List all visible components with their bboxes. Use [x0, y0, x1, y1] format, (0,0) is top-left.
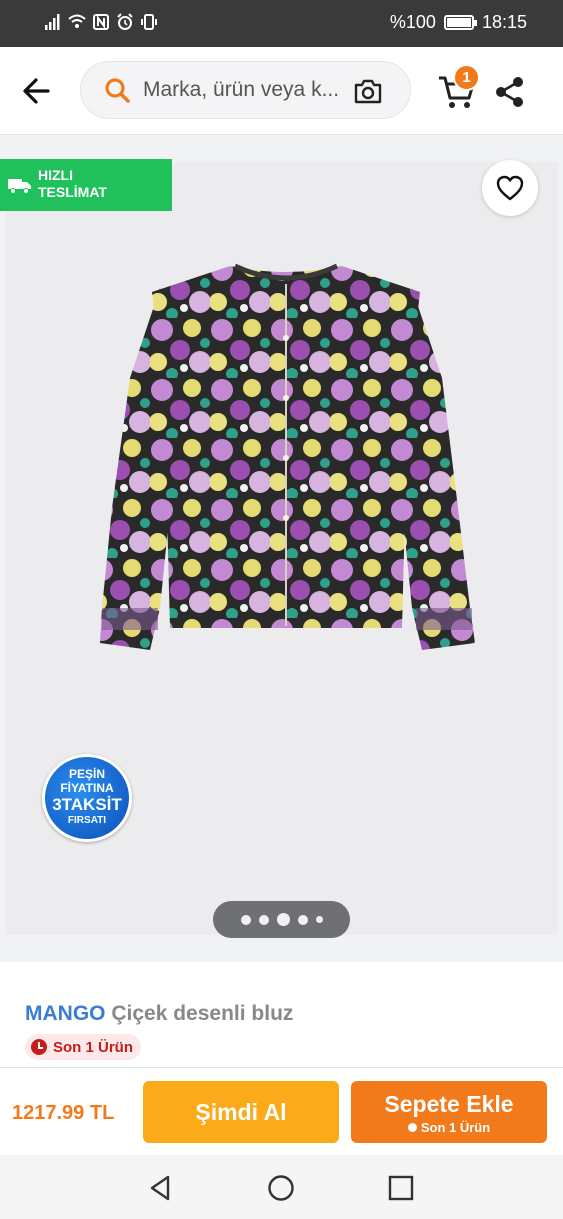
fast-delivery-badge: HIZLI TESLİMAT [0, 159, 172, 211]
top-bar: Marka, ürün veya k... 1 [0, 47, 563, 135]
search-bar[interactable]: Marka, ürün veya k... [80, 61, 411, 119]
back-arrow-icon[interactable] [18, 73, 58, 109]
camera-icon[interactable] [352, 76, 384, 106]
installment-badge: PEŞİN FİYATINA 3TAKSİT FIRSATI [42, 754, 132, 842]
alarm-icon [117, 13, 133, 30]
add-to-cart-sub-text: Son 1 Ürün [420, 1120, 491, 1135]
favorite-button[interactable] [482, 160, 538, 216]
search-icon [105, 78, 130, 103]
pager-dot-active[interactable] [276, 913, 290, 926]
pager-dot[interactable] [315, 916, 323, 923]
truck-icon [8, 179, 31, 194]
mini-clock-icon [407, 1123, 417, 1132]
status-bar: %100 18:15 [0, 0, 563, 47]
clock-time: 18:15 [481, 12, 527, 32]
product-info: MANGO Çiçek desenli bluz Son 1 Ürün [0, 962, 563, 1067]
stock-badge: Son 1 Ürün [25, 1034, 142, 1060]
installment-line1: PEŞİN [68, 767, 105, 781]
system-nav-bar [0, 1155, 563, 1219]
status-right: %100 18:15 [390, 12, 527, 33]
product-image [100, 263, 475, 650]
installment-line2: FİYATINA [60, 781, 114, 795]
cart-count-badge: 1 [453, 64, 480, 91]
nav-recents-icon[interactable] [386, 1173, 416, 1203]
pager-dot[interactable] [240, 914, 251, 925]
installment-line3: 3TAKSİT [52, 795, 122, 814]
pager-dot[interactable] [258, 914, 269, 925]
share-icon[interactable] [494, 75, 526, 109]
add-to-cart-button[interactable]: Sepete Ekle Son 1 Ürün [351, 1081, 547, 1143]
nfc-icon [93, 14, 109, 30]
buy-now-button[interactable]: Şimdi Al [143, 1081, 339, 1143]
battery-percent: %100 [389, 12, 436, 32]
nav-back-icon[interactable] [146, 1173, 176, 1203]
product-price: 1217.99 TL [12, 1102, 115, 1124]
pager-dot[interactable] [297, 914, 308, 925]
heart-icon [496, 175, 524, 201]
signal-icon [45, 14, 60, 30]
wifi-icon [68, 14, 86, 28]
installment-line4: FIRSATI [67, 815, 107, 826]
clock-icon [31, 1039, 47, 1055]
fast-delivery-line1: HIZLI [38, 167, 73, 183]
image-pager[interactable] [213, 901, 350, 938]
product-name: Çiçek desenli bluz [111, 1002, 294, 1025]
nav-home-icon[interactable] [266, 1173, 296, 1203]
search-input[interactable]: Marka, ürün veya k... [143, 78, 343, 102]
add-to-cart-label: Sepete Ekle [384, 1091, 514, 1117]
product-brand[interactable]: MANGO [25, 1002, 106, 1025]
stock-badge-text: Son 1 Ürün [53, 1038, 134, 1056]
purchase-action-bar: 1217.99 TL Şimdi Al Sepete Ekle Son 1 Ür… [0, 1067, 563, 1155]
add-to-cart-sub: Son 1 Ürün [351, 1120, 547, 1135]
product-title: MANGO Çiçek desenli bluz [25, 1002, 293, 1026]
fast-delivery-line2: TESLİMAT [38, 184, 107, 200]
battery-icon [443, 15, 477, 30]
status-icons [44, 13, 158, 31]
vibrate-icon [141, 14, 157, 30]
